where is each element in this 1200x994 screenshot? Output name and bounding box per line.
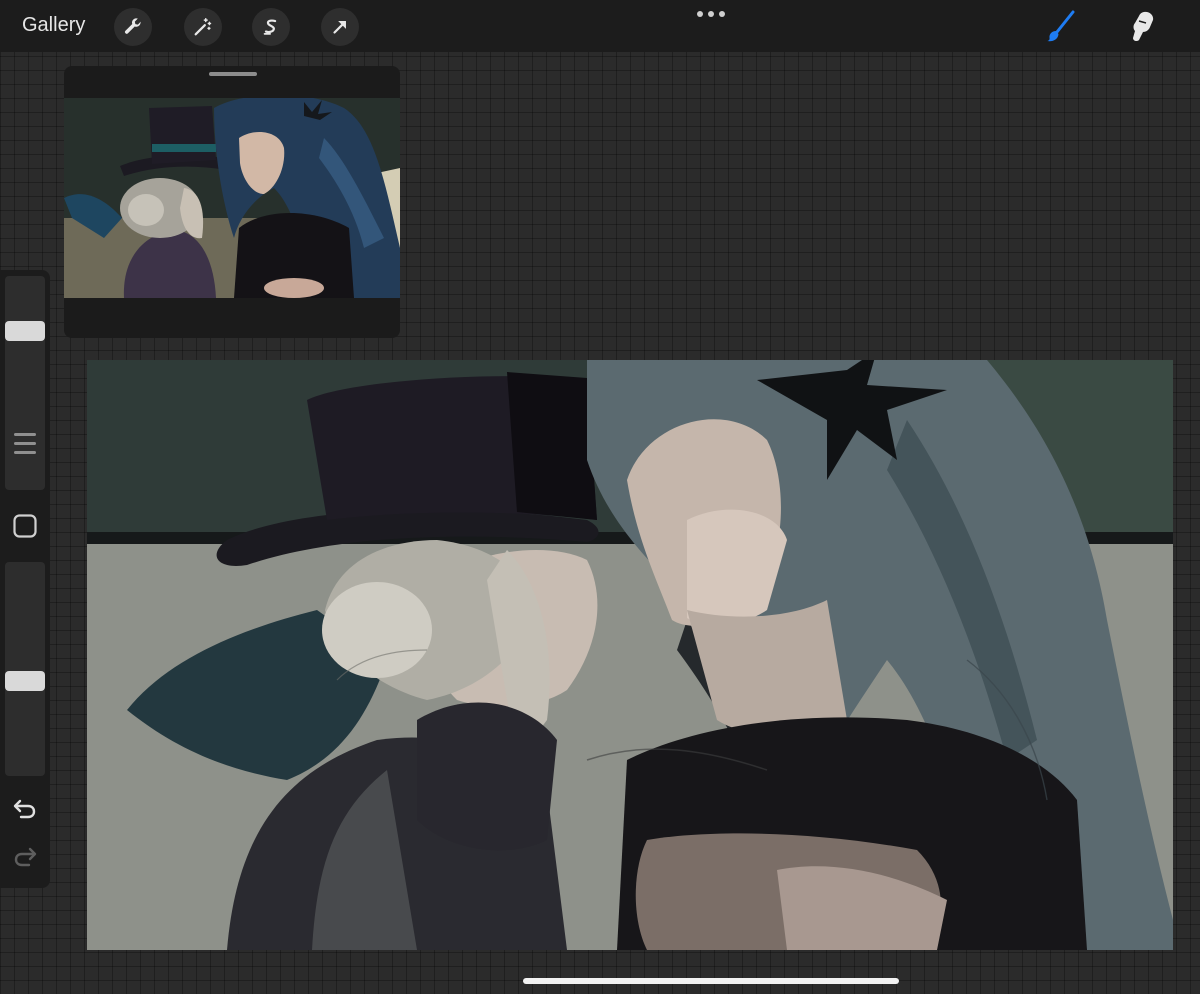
wrench-icon bbox=[124, 18, 141, 34]
transform-button[interactable] bbox=[321, 8, 359, 46]
undo-icon bbox=[13, 799, 36, 819]
smudge-icon bbox=[1133, 11, 1154, 42]
smudge-button[interactable] bbox=[1123, 6, 1163, 46]
adjustments-button[interactable] bbox=[184, 8, 222, 46]
gallery-button[interactable]: Gallery bbox=[22, 14, 85, 37]
modify-button[interactable] bbox=[5, 506, 45, 546]
redo-icon bbox=[14, 847, 37, 867]
actions-button[interactable] bbox=[114, 8, 152, 46]
redo-button[interactable] bbox=[5, 836, 45, 876]
selection-icon bbox=[263, 19, 277, 35]
brush-size-thumb[interactable] bbox=[5, 321, 45, 341]
opacity-slider[interactable] bbox=[5, 562, 45, 776]
brush-icon bbox=[1047, 10, 1075, 42]
home-indicator[interactable] bbox=[523, 978, 899, 984]
brush-button[interactable] bbox=[1041, 6, 1081, 46]
drawing-canvas[interactable] bbox=[87, 360, 1173, 950]
more-options-icon[interactable] bbox=[697, 8, 725, 20]
top-toolbar: Gallery bbox=[0, 0, 1200, 52]
sidebar-handle-icon[interactable] bbox=[5, 422, 45, 466]
reference-drag-handle[interactable] bbox=[209, 72, 257, 76]
magic-wand-icon bbox=[194, 18, 212, 36]
undo-button[interactable] bbox=[5, 788, 45, 828]
transform-arrow-icon bbox=[333, 21, 346, 34]
square-icon bbox=[13, 514, 37, 538]
reference-window[interactable] bbox=[64, 66, 400, 338]
left-sidebar bbox=[0, 270, 50, 888]
opacity-thumb[interactable] bbox=[5, 671, 45, 691]
selection-button[interactable] bbox=[252, 8, 290, 46]
reference-image bbox=[64, 98, 400, 298]
